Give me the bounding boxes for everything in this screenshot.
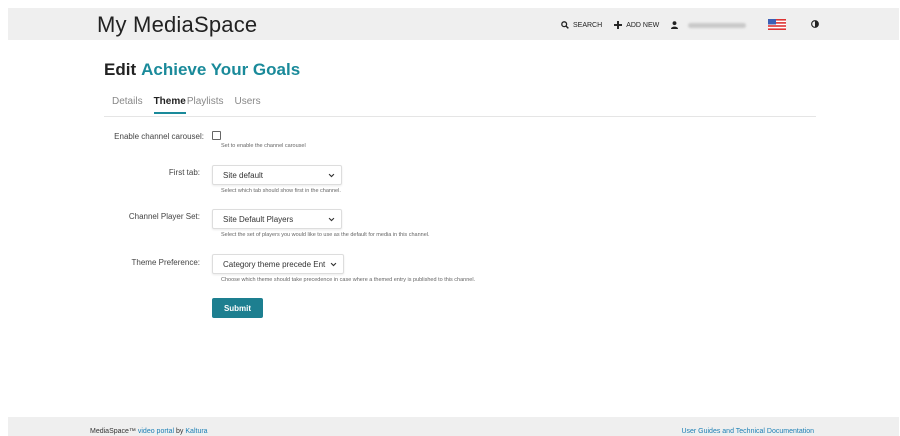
kaltura-link[interactable]: Kaltura xyxy=(185,428,207,435)
title-prefix: Edit xyxy=(104,60,137,79)
tabs-divider xyxy=(104,116,816,117)
chevron-down-icon xyxy=(330,262,337,267)
contrast-icon[interactable] xyxy=(811,20,819,28)
channel-name: Achieve Your Goals xyxy=(141,60,301,79)
video-portal-link[interactable]: video portal xyxy=(138,428,174,435)
add-new-label: ADD NEW xyxy=(626,21,660,29)
page-title: Edit Achieve Your Goals xyxy=(104,60,300,80)
carousel-label: Enable channel carousel: xyxy=(114,132,204,141)
player-set-label: Channel Player Set: xyxy=(128,212,200,221)
footer: MediaSpace™ video portal by Kaltura User… xyxy=(8,417,899,436)
footer-brand: MediaSpace™ xyxy=(90,428,136,435)
search-icon xyxy=(561,21,569,29)
tab-playlists[interactable]: Playlists xyxy=(187,96,224,114)
first-tab-select[interactable]: Site default xyxy=(212,165,342,185)
tab-bar: Details Theme Playlists Users xyxy=(112,96,272,114)
carousel-checkbox[interactable] xyxy=(212,131,221,140)
first-tab-value: Site default xyxy=(223,170,264,180)
user-guides-link[interactable]: User Guides and Technical Documentation xyxy=(681,428,814,435)
top-bar: My MediaSpace SEARCH ADD NEW xyxy=(8,8,899,40)
theme-pref-help: Choose which theme should take precedenc… xyxy=(221,277,476,283)
search-label: SEARCH xyxy=(573,21,603,29)
top-nav: SEARCH ADD NEW xyxy=(561,18,758,32)
first-tab-label: First tab: xyxy=(168,168,200,177)
footer-credits: MediaSpace™ video portal by Kaltura xyxy=(90,428,208,435)
app-title[interactable]: My MediaSpace xyxy=(97,12,257,38)
submit-button[interactable]: Submit xyxy=(212,298,263,318)
player-set-select[interactable]: Site Default Players xyxy=(212,209,342,229)
carousel-help: Set to enable the channel carousel xyxy=(221,143,306,149)
first-tab-help: Select which tab should show first in th… xyxy=(221,188,341,194)
username-blurred xyxy=(688,22,747,28)
search-button[interactable]: SEARCH xyxy=(561,21,602,29)
player-set-value: Site Default Players xyxy=(223,214,294,224)
player-set-help: Select the set of players you would like… xyxy=(221,232,430,238)
chevron-down-icon xyxy=(328,217,335,222)
theme-pref-select[interactable]: Category theme precede Ent xyxy=(212,254,344,274)
footer-by: by xyxy=(176,428,184,435)
us-flag-icon[interactable] xyxy=(768,19,786,30)
tab-theme[interactable]: Theme xyxy=(153,96,186,114)
chevron-down-icon xyxy=(328,173,335,178)
theme-pref-label: Theme Preference: xyxy=(131,258,200,267)
user-menu[interactable] xyxy=(671,21,747,29)
add-new-button[interactable]: ADD NEW xyxy=(614,21,659,29)
theme-pref-value: Category theme precede Ent xyxy=(223,259,326,269)
plus-icon xyxy=(614,21,623,29)
tab-details[interactable]: Details xyxy=(112,96,143,114)
tab-users[interactable]: Users xyxy=(235,96,261,114)
user-icon xyxy=(671,21,679,29)
